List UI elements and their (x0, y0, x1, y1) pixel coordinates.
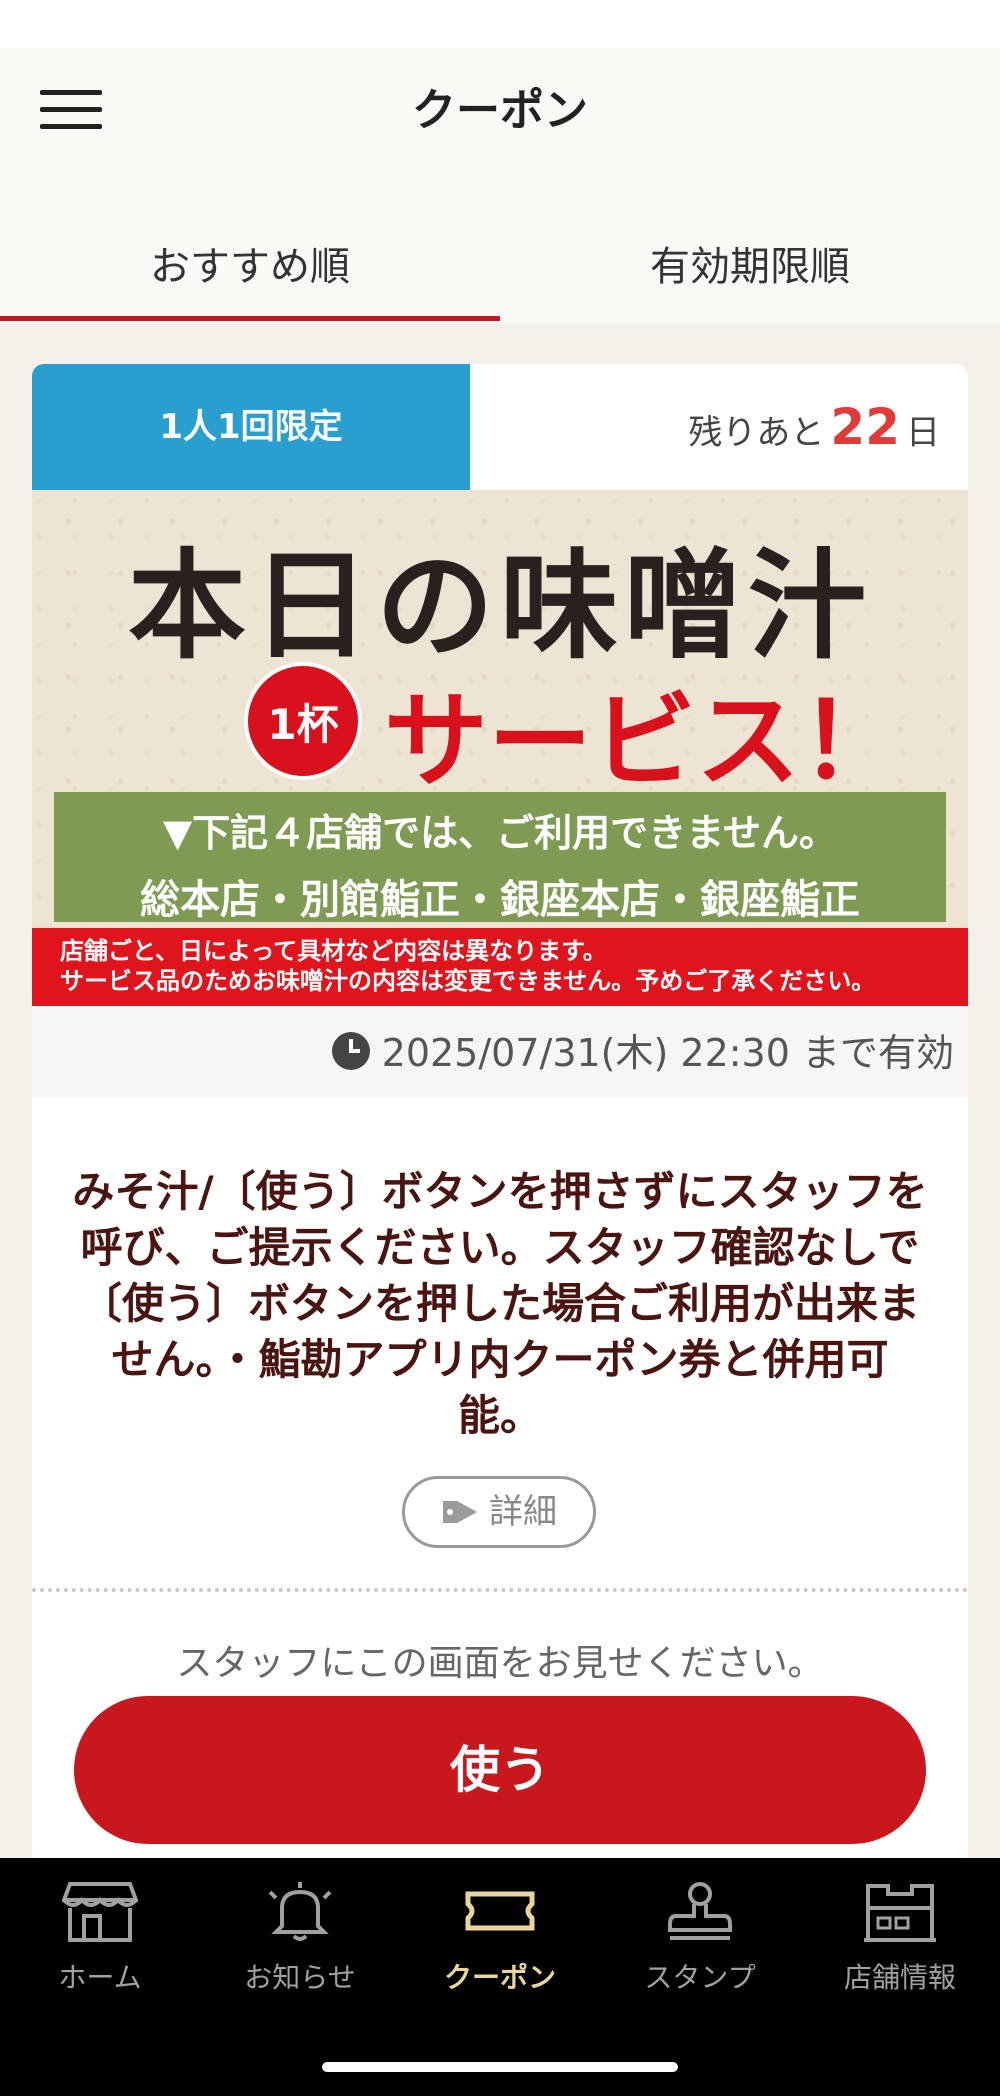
app-header: クーポン おすすめ順 有効期限順 (0, 48, 1000, 324)
divider (32, 1588, 968, 1592)
remaining-days: 残りあと 22 日 (470, 364, 968, 490)
tab-label: 有効期限順 (650, 244, 850, 290)
nav-label: 店舗情報 (843, 1961, 956, 1994)
excluded-stores-box: ▼下記４店舗では、ご利用できません。 総本店・別館鮨正・銀座本店・銀座鮨正 (54, 792, 946, 923)
cup-badge: 1杯 (244, 662, 362, 780)
nav-label: スタンプ (644, 1961, 756, 1994)
nav-notifications[interactable]: お知らせ (200, 1880, 400, 2030)
store-icon (62, 1882, 138, 1942)
tab-recommended[interactable]: おすすめ順 (0, 218, 500, 324)
coupon-card: 1人1回限定 残りあと 22 日 本日の味噌汁 1杯 サービス！ ▼下記４店舗では、… (32, 364, 968, 1864)
bottom-nav: ホーム お知らせ クーポン スタンプ 店舗情報 (0, 1858, 1000, 2096)
remaining-prefix: 残りあと (688, 413, 825, 453)
banner-notice-line2: サービス品のためお味噌汁の内容は変更できません。予めご了承ください。 (60, 967, 876, 995)
excluded-stores-note: ▼下記４店舗では、ご利用できません。 (162, 811, 838, 855)
expiry-text: 2025/07/31(木) 22:30 まで有効 (381, 1031, 954, 1075)
stamp-icon (668, 1882, 732, 1940)
coupon-banner-image: 本日の味噌汁 1杯 サービス！ ▼下記４店舗では、ご利用できません。 総本店・別… (32, 490, 968, 1006)
active-tab-indicator (0, 316, 500, 321)
nav-label: クーポン (443, 1961, 556, 1994)
building-icon (864, 1884, 936, 1942)
remaining-suffix: 日 (906, 413, 940, 453)
clock-icon (331, 1032, 370, 1070)
remaining-days-number: 22 (830, 398, 900, 456)
tag-icon (443, 1501, 477, 1523)
banner-notice: 店舗ごと、日によって具材など内容は異なります。 サービス品のためお味噌汁の内容は… (32, 928, 968, 1006)
use-button[interactable]: 使う (74, 1696, 926, 1844)
nav-stamp[interactable]: スタンプ (600, 1880, 800, 2030)
nav-coupon[interactable]: クーポン (400, 1880, 600, 2030)
detail-label: 詳細 (489, 1492, 557, 1532)
bell-icon (268, 1882, 332, 1941)
home-indicator[interactable] (322, 2062, 678, 2072)
excluded-stores-list: 総本店・別館鮨正・銀座本店・銀座鮨正 (140, 877, 860, 923)
page-title: クーポン (412, 85, 588, 136)
nav-label: お知らせ (244, 1961, 356, 1994)
tab-expiry[interactable]: 有効期限順 (500, 218, 1000, 324)
nav-store-info[interactable]: 店舗情報 (800, 1880, 1000, 2030)
coupon-description: みそ汁/〔使う〕ボタンを押さずにスタッフを呼び、ご提示ください。スタッフ確認なし… (72, 1167, 928, 1440)
banner-notice-line1: 店舗ごと、日によって具材など内容は異なります。 (60, 937, 607, 965)
status-bar (0, 0, 1000, 48)
expiry-row: 2025/07/31(木) 22:30 まで有効 (32, 1008, 968, 1098)
tab-label: おすすめ順 (150, 244, 350, 290)
show-staff-text: スタッフにこの画面をお見せください。 (176, 1643, 824, 1684)
nav-home[interactable]: ホーム (0, 1880, 200, 2030)
banner-service-text: サービス！ (384, 679, 905, 802)
ticket-icon (465, 1891, 535, 1931)
detail-button[interactable]: 詳細 (402, 1476, 596, 1548)
nav-label: ホーム (58, 1961, 142, 1994)
limit-badge: 1人1回限定 (32, 364, 470, 490)
